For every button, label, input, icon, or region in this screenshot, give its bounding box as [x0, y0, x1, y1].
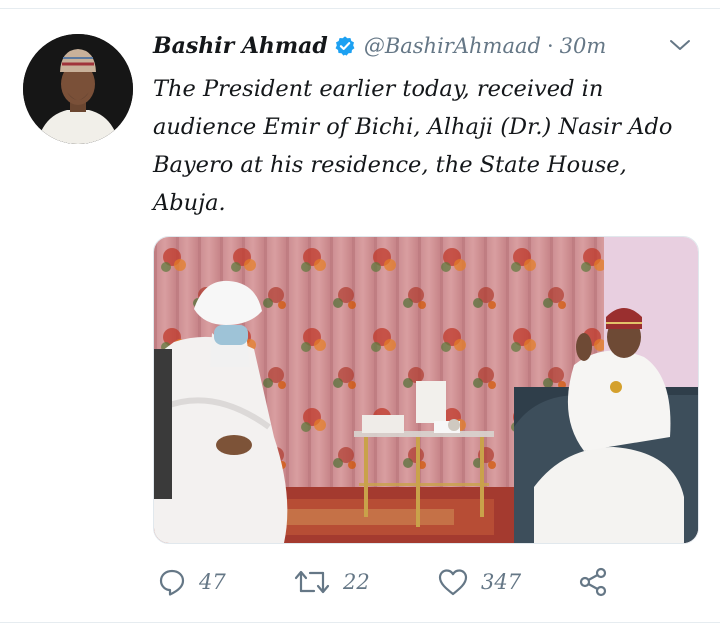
- avatar-image: [23, 34, 133, 144]
- like-button[interactable]: 347: [437, 560, 521, 604]
- tweet-photo[interactable]: [153, 236, 699, 544]
- author-name[interactable]: Bashir Ahmad: [153, 33, 328, 59]
- top-divider: [0, 8, 720, 9]
- retweet-count: 22: [343, 570, 370, 594]
- avatar[interactable]: [23, 34, 133, 144]
- retweet-icon: [294, 570, 330, 594]
- reply-count: 47: [199, 570, 226, 594]
- heart-icon: [438, 569, 468, 596]
- chevron-down-icon[interactable]: [667, 34, 693, 56]
- separator-dot: ·: [546, 34, 554, 58]
- bottom-divider: [0, 622, 720, 623]
- verified-badge-icon: [335, 36, 355, 56]
- author-handle[interactable]: @BashirAhmaad: [364, 34, 541, 58]
- retweet-button[interactable]: 22: [293, 560, 370, 604]
- timestamp[interactable]: 30m: [560, 34, 607, 58]
- like-count: 347: [481, 570, 522, 594]
- share-button[interactable]: [577, 560, 609, 604]
- reply-icon: [159, 569, 185, 596]
- photo-image: [154, 237, 698, 543]
- reply-button[interactable]: 47: [157, 560, 226, 604]
- tweet-actions: 47 22 347: [153, 560, 623, 604]
- tweet-text: The President earlier today, received in…: [153, 76, 673, 216]
- share-icon: [579, 567, 607, 597]
- tweet-header: Bashir Ahmad @BashirAhmaad · 30m: [153, 28, 693, 64]
